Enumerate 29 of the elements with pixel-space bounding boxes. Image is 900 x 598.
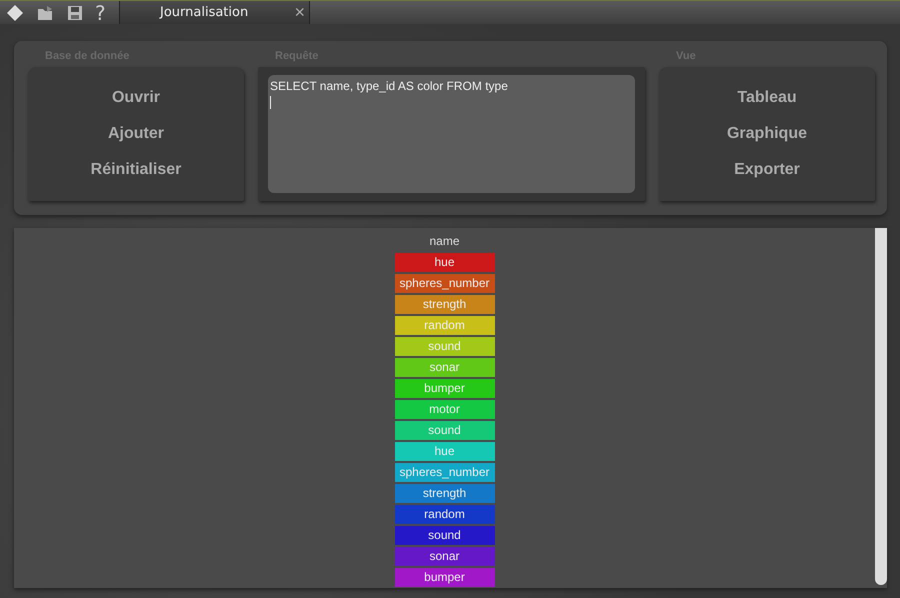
menu-button[interactable]: Tableau [731,87,803,109]
table-cell: hue [394,442,494,461]
table-cell: sound [394,526,494,545]
column-header: name [429,233,460,250]
scrollbar-thumb[interactable] [875,228,887,585]
table-cell: spheres_number [394,274,494,293]
menu-button[interactable]: Graphique [720,123,813,145]
diamond-icon[interactable] [5,2,25,22]
table-cell: hue [394,253,494,272]
table-cell: sound [394,421,494,440]
menu-button[interactable]: Réinitialiser [84,159,188,181]
table-cell: sound [394,337,494,356]
tab[interactable]: Journalisation × [120,1,310,24]
table-cell: spheres_number [394,463,494,482]
query-field[interactable]: SELECT name, type_id AS color FROM type [268,75,635,193]
table-cell: sonar [394,358,494,377]
menu-button[interactable]: Ouvrir [106,87,166,109]
table-cell: bumper [394,379,494,398]
table-cell: bumper [394,568,494,587]
table-cell: strength [394,484,494,503]
table-cell: random [394,505,494,524]
menu-button[interactable]: Exporter [728,159,806,181]
table-cell: sonar [394,547,494,566]
table-cell: random [394,316,494,335]
table-cell: motor [394,400,494,419]
help-button[interactable]: ? [95,2,106,22]
menu-button[interactable]: Ajouter [102,123,170,145]
table-cell: strength [394,295,494,314]
close-button[interactable]: × [294,2,305,23]
